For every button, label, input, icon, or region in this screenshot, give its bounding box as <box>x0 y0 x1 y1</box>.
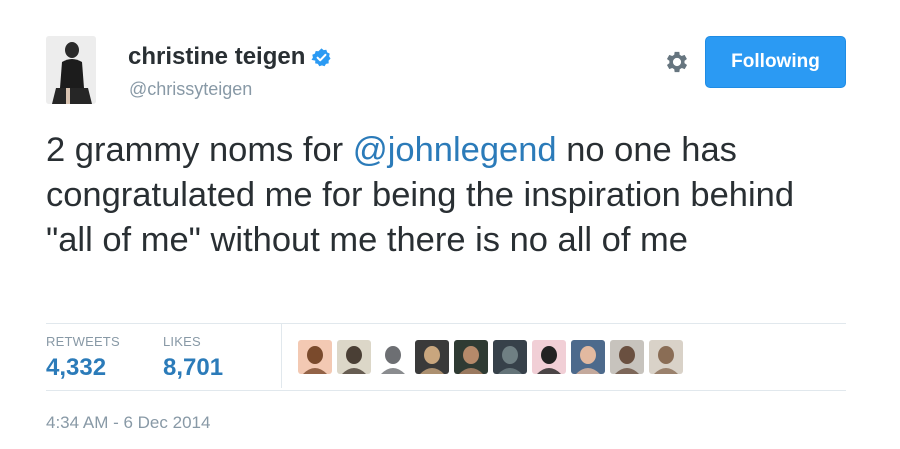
liker-avatar[interactable] <box>415 340 449 374</box>
liker-avatar[interactable] <box>298 340 332 374</box>
display-name-text: christine teigen <box>128 43 306 70</box>
username[interactable]: @chrissyteigen <box>129 79 252 100</box>
avatar[interactable] <box>46 36 96 104</box>
liker-avatar[interactable] <box>532 340 566 374</box>
likes-count[interactable]: 8,701 <box>163 354 223 382</box>
tweet-card: christine teigen @chrissyteigen Followin… <box>0 0 900 449</box>
avatar-photo <box>46 36 96 104</box>
liker-avatar[interactable] <box>571 340 605 374</box>
liker-avatar[interactable] <box>376 340 410 374</box>
liker-avatar[interactable] <box>493 340 527 374</box>
tweet-text: 2 grammy noms for @johnlegend no one has… <box>46 128 846 263</box>
likes-label[interactable]: LIKES <box>163 334 201 349</box>
liker-avatar[interactable] <box>649 340 683 374</box>
verified-badge-icon <box>311 47 332 68</box>
display-name[interactable]: christine teigen <box>128 43 332 71</box>
following-button[interactable]: Following <box>705 36 846 88</box>
liker-avatar[interactable] <box>454 340 488 374</box>
stats-separator <box>281 324 282 388</box>
tweet-text-start: 2 grammy noms for <box>46 131 353 169</box>
retweets-count[interactable]: 4,332 <box>46 354 106 382</box>
liker-avatar[interactable] <box>337 340 371 374</box>
gear-icon[interactable] <box>662 47 692 77</box>
divider-top <box>46 323 846 324</box>
timestamp[interactable]: 4:34 AM - 6 Dec 2014 <box>46 413 210 433</box>
liker-avatars <box>298 340 688 374</box>
retweets-label[interactable]: RETWEETS <box>46 334 120 349</box>
mention-link[interactable]: @johnlegend <box>353 131 557 169</box>
divider-bottom <box>46 390 846 391</box>
liker-avatar[interactable] <box>610 340 644 374</box>
